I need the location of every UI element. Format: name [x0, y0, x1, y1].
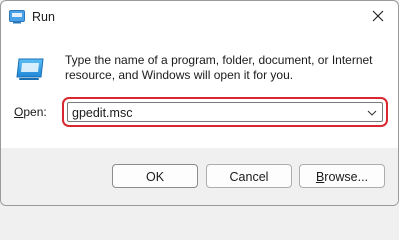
open-combobox[interactable] — [67, 102, 383, 122]
open-label-text: pen: — [23, 105, 47, 119]
close-icon — [372, 10, 384, 25]
open-label-accelerator: O — [14, 105, 24, 119]
open-input[interactable] — [72, 104, 352, 122]
description-line: Type the name of a program, folder, docu… — [65, 53, 373, 67]
run-dialog: Run Type the name of a program, folder, … — [0, 0, 399, 206]
close-button[interactable] — [358, 1, 398, 33]
run-icon — [9, 10, 25, 24]
browse-label: rowse... — [324, 170, 369, 184]
chevron-down-icon[interactable] — [364, 105, 380, 121]
description-line: resource, and Windows will open it for y… — [65, 68, 294, 82]
window-title: Run — [32, 10, 55, 24]
open-combo-highlight — [62, 97, 388, 127]
title-bar: Run — [1, 1, 398, 33]
open-label: Open: — [14, 105, 47, 120]
description-text: Type the name of a program, folder, docu… — [65, 53, 395, 83]
ok-button[interactable]: OK — [112, 164, 198, 188]
cancel-button[interactable]: Cancel — [206, 164, 292, 188]
browse-button[interactable]: Browse... — [299, 164, 385, 188]
run-dialog-icon — [15, 57, 45, 81]
button-bar: OK Cancel Browse... — [1, 148, 398, 205]
